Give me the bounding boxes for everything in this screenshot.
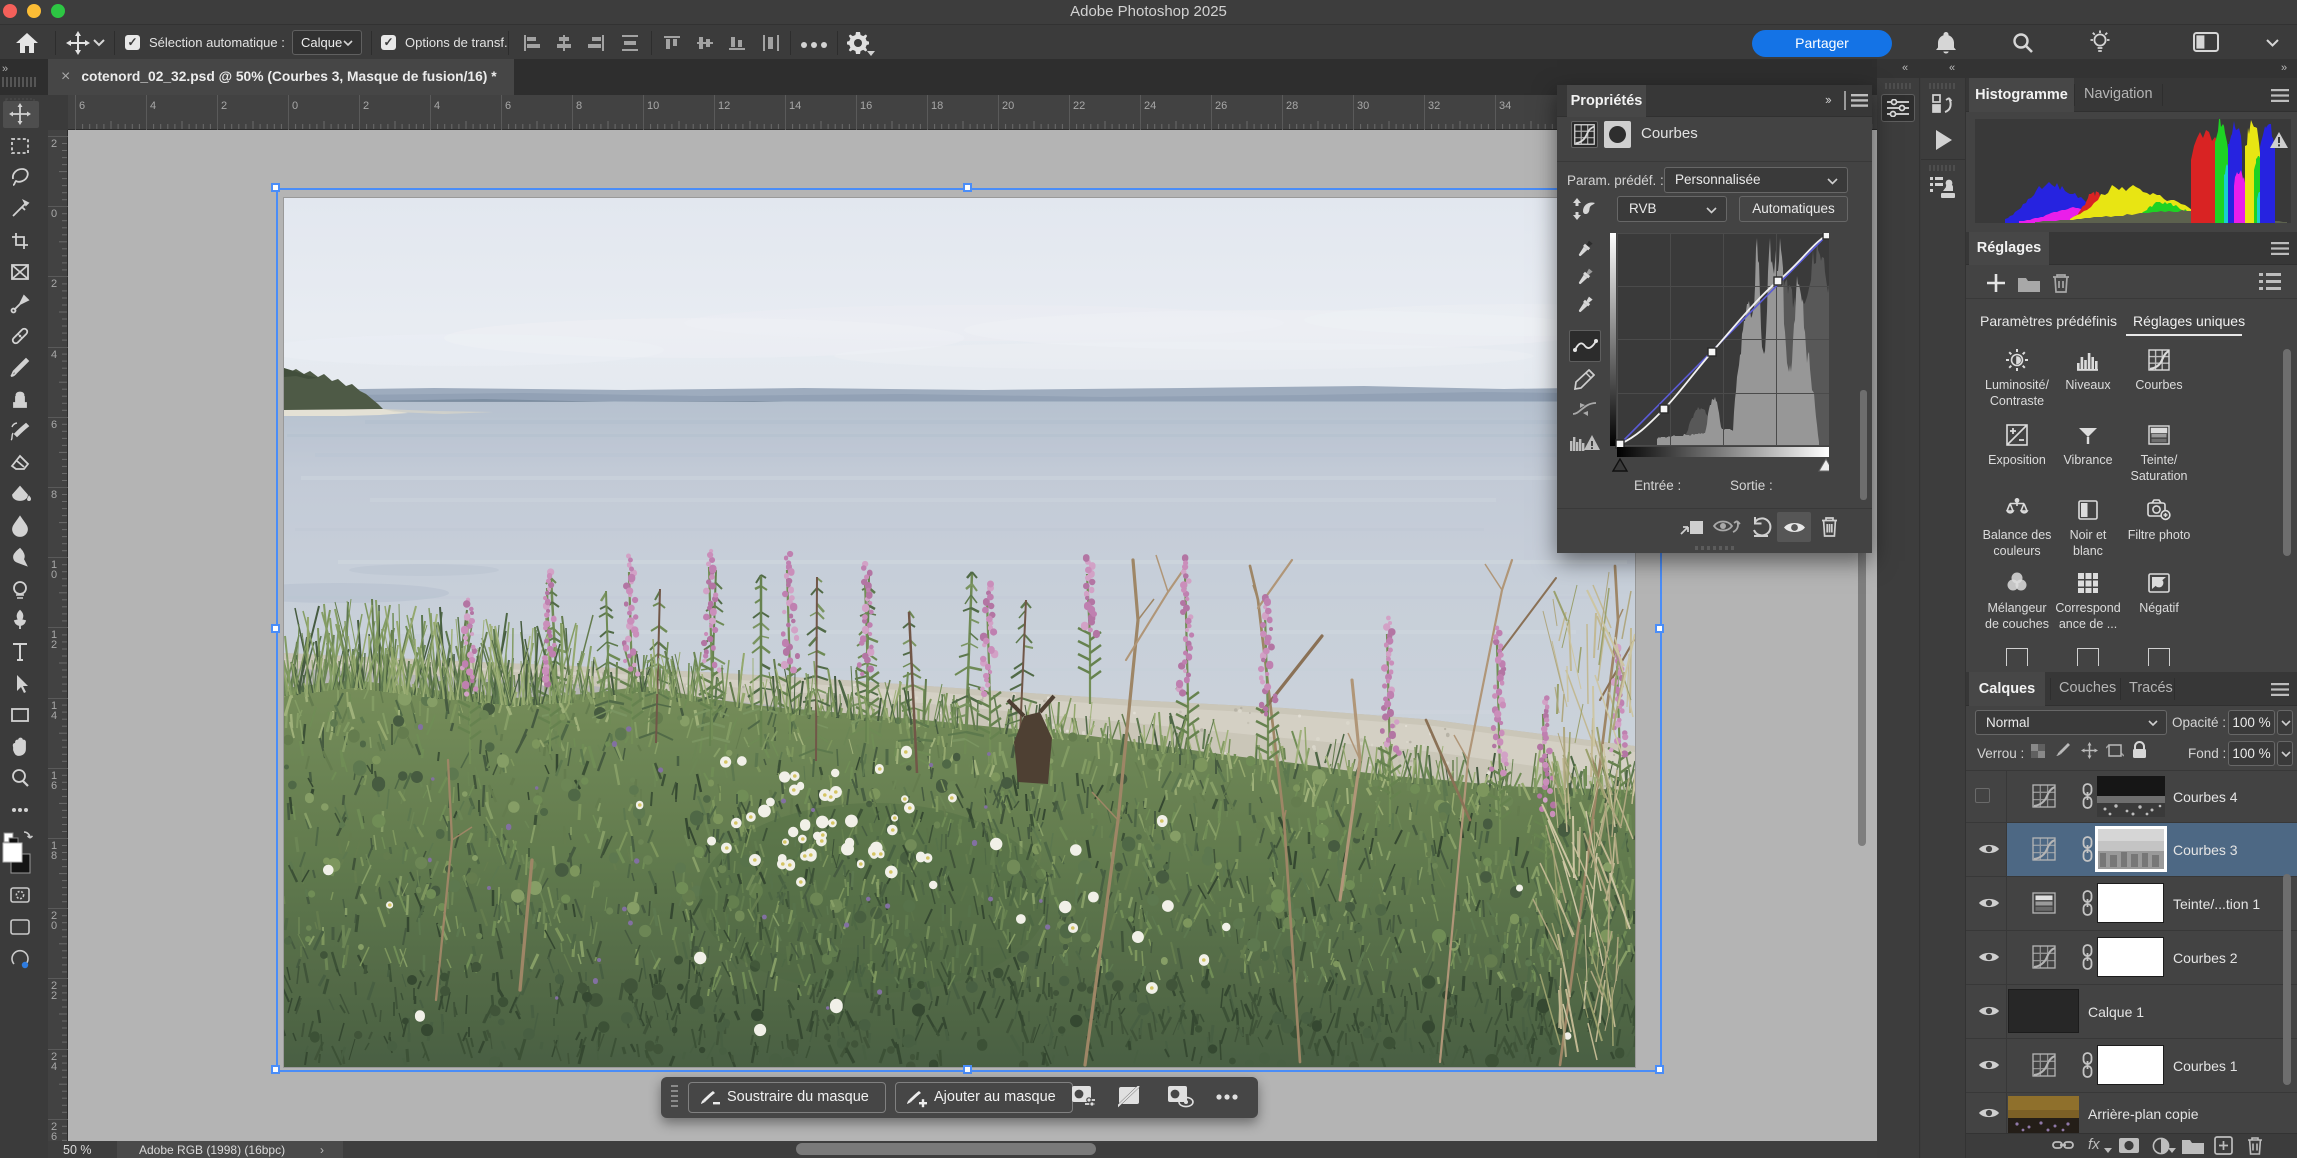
- svg-text:4: 4: [434, 100, 440, 112]
- svg-text:4: 4: [51, 1061, 57, 1073]
- svg-text:4: 4: [51, 349, 57, 361]
- svg-text:16: 16: [860, 100, 872, 112]
- svg-text:22: 22: [1073, 100, 1085, 112]
- svg-text:18: 18: [931, 100, 943, 112]
- svg-text:0: 0: [51, 208, 57, 220]
- svg-text:20: 20: [1002, 100, 1014, 112]
- svg-text:6: 6: [51, 1131, 57, 1141]
- svg-text:4: 4: [150, 100, 156, 112]
- svg-text:0: 0: [51, 920, 57, 932]
- svg-text:32: 32: [1428, 100, 1440, 112]
- svg-text:0: 0: [292, 100, 298, 112]
- svg-text:6: 6: [79, 100, 85, 112]
- svg-text:2: 2: [363, 100, 369, 112]
- svg-text:8: 8: [576, 100, 582, 112]
- svg-text:26: 26: [1215, 100, 1227, 112]
- svg-text:10: 10: [647, 100, 659, 112]
- svg-text:0: 0: [51, 569, 57, 581]
- svg-text:14: 14: [789, 100, 801, 112]
- svg-text:2: 2: [51, 138, 57, 150]
- svg-text:2: 2: [51, 639, 57, 651]
- svg-text:34: 34: [1499, 100, 1511, 112]
- svg-text:12: 12: [718, 100, 730, 112]
- svg-text:24: 24: [1144, 100, 1156, 112]
- svg-text:2: 2: [51, 990, 57, 1002]
- svg-text:28: 28: [1286, 100, 1298, 112]
- svg-text:8: 8: [51, 489, 57, 501]
- svg-text:4: 4: [51, 710, 57, 722]
- svg-text:6: 6: [51, 419, 57, 431]
- svg-text:6: 6: [505, 100, 511, 112]
- svg-text:8: 8: [51, 850, 57, 862]
- svg-text:30: 30: [1357, 100, 1369, 112]
- svg-text:2: 2: [51, 278, 57, 290]
- svg-text:2: 2: [221, 100, 227, 112]
- svg-text:6: 6: [51, 780, 57, 792]
